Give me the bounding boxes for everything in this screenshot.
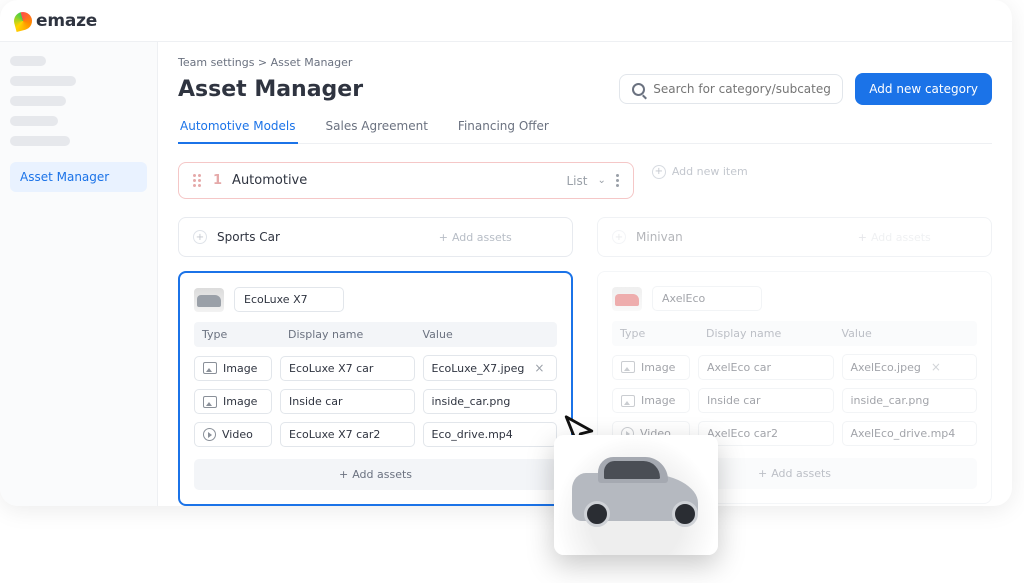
app-window: emaze Asset Manager Team settings > Asse… — [0, 0, 1012, 506]
value-cell[interactable]: inside_car.png — [842, 388, 978, 413]
brand-logo: emaze — [14, 11, 97, 31]
drag-handle-icon[interactable] — [193, 174, 203, 187]
image-icon — [203, 396, 217, 408]
type-cell[interactable]: Video — [194, 422, 272, 447]
header-actions: Add new category — [619, 73, 992, 105]
subcategory-sports-car[interactable]: + Sports Car + Add assets — [178, 217, 573, 257]
asset-table-header: Type Display name Value — [612, 321, 977, 346]
value-cell[interactable]: AxelEco_drive.mp4 — [842, 421, 978, 446]
asset-thumbnail — [612, 287, 642, 311]
sidebar-item-asset-manager[interactable]: Asset Manager — [10, 162, 147, 192]
tab-automotive-models[interactable]: Automotive Models — [178, 119, 298, 143]
asset-title-field[interactable]: AxelEco — [652, 286, 762, 311]
page-title: Asset Manager — [178, 77, 363, 102]
subcategory-label: Minivan — [636, 230, 802, 244]
car-wheel — [672, 501, 698, 527]
image-icon — [203, 362, 217, 374]
asset-header: EcoLuxe X7 — [194, 287, 557, 312]
category-index: 1 — [213, 173, 222, 188]
column-left: + Sports Car + Add assets EcoLuxe X7 Typ… — [178, 217, 573, 506]
search-icon — [632, 83, 645, 96]
image-icon — [621, 361, 635, 373]
col-display: Display name — [288, 328, 415, 341]
type-cell[interactable]: Image — [612, 355, 690, 380]
view-label[interactable]: List — [566, 174, 587, 188]
sidebar-skeleton — [10, 136, 70, 146]
col-value: Value — [842, 327, 970, 340]
tab-sales-agreement[interactable]: Sales Agreement — [324, 119, 430, 143]
page-header: Asset Manager Add new category — [178, 73, 992, 105]
subcategory-minivan[interactable]: + Minivan + Add assets — [597, 217, 992, 257]
kebab-menu-icon[interactable] — [616, 174, 619, 187]
type-cell[interactable]: Image — [194, 389, 272, 414]
sidebar: Asset Manager — [0, 42, 158, 506]
display-cell[interactable]: EcoLuxe X7 car — [280, 356, 415, 381]
category-row: 1 Automotive List ⌄ + Add new item — [178, 144, 992, 199]
col-value: Value — [423, 328, 550, 341]
video-icon — [203, 428, 216, 441]
display-cell[interactable]: Inside car — [698, 388, 834, 413]
asset-row: Image EcoLuxe X7 car EcoLuxe_X7.jpeg× — [194, 355, 557, 381]
tabs: Automotive Models Sales Agreement Financ… — [178, 119, 992, 144]
search-input[interactable] — [653, 82, 830, 96]
sidebar-skeleton — [10, 56, 46, 66]
topbar: emaze — [0, 0, 1012, 42]
type-cell[interactable]: Image — [612, 388, 690, 413]
plus-icon: + — [612, 230, 626, 244]
dragged-car-photo — [554, 435, 718, 555]
add-item-label: Add new item — [672, 165, 748, 178]
body: Asset Manager Team settings > Asset Mana… — [0, 42, 1012, 506]
add-assets-link[interactable]: + Add assets — [393, 231, 559, 244]
sidebar-skeleton — [10, 96, 66, 106]
display-cell[interactable]: AxelEco car — [698, 355, 834, 380]
value-cell[interactable]: EcoLuxe_X7.jpeg× — [423, 355, 558, 381]
display-cell[interactable]: AxelEco car2 — [698, 421, 834, 446]
brand-name: emaze — [36, 11, 97, 31]
col-type: Type — [202, 328, 280, 341]
category-left: 1 Automotive — [193, 173, 307, 188]
asset-header: AxelEco — [612, 286, 977, 311]
breadcrumb: Team settings > Asset Manager — [178, 56, 992, 69]
subcategory-label: Sports Car — [217, 230, 383, 244]
value-cell[interactable]: Eco_drive.mp4 — [423, 422, 558, 447]
search-box[interactable] — [619, 74, 843, 104]
col-display: Display name — [706, 327, 834, 340]
category-bar[interactable]: 1 Automotive List ⌄ — [178, 162, 634, 199]
asset-card-ecoluxe[interactable]: EcoLuxe X7 Type Display name Value Image… — [178, 271, 573, 506]
asset-thumbnail — [194, 288, 224, 312]
display-cell[interactable]: EcoLuxe X7 car2 — [280, 422, 415, 447]
add-new-item-button[interactable]: + Add new item — [652, 165, 748, 179]
tab-financing-offer[interactable]: Financing Offer — [456, 119, 551, 143]
clear-icon[interactable]: × — [534, 361, 544, 375]
category-name: Automotive — [232, 173, 307, 188]
type-cell[interactable]: Image — [194, 356, 272, 381]
image-icon — [621, 395, 635, 407]
asset-title-field[interactable]: EcoLuxe X7 — [234, 287, 344, 312]
asset-row: Image AxelEco car AxelEco.jpeg× — [612, 354, 977, 380]
add-assets-link[interactable]: + Add assets — [812, 231, 978, 244]
asset-table-header: Type Display name Value — [194, 322, 557, 347]
sidebar-skeleton — [10, 116, 58, 126]
sidebar-skeleton — [10, 76, 76, 86]
value-cell[interactable]: AxelEco.jpeg× — [842, 354, 978, 380]
plus-icon: + — [652, 165, 666, 179]
car-wheel — [584, 501, 610, 527]
value-cell[interactable]: inside_car.png — [423, 389, 558, 414]
asset-row: Video EcoLuxe X7 car2 Eco_drive.mp4 — [194, 422, 557, 447]
chevron-down-icon[interactable]: ⌄ — [597, 175, 605, 186]
plus-icon: + — [193, 230, 207, 244]
category-right: List ⌄ — [566, 174, 618, 188]
asset-row: Image Inside car inside_car.png — [612, 388, 977, 413]
clear-icon[interactable]: × — [931, 360, 941, 374]
col-type: Type — [620, 327, 698, 340]
asset-row: Image Inside car inside_car.png — [194, 389, 557, 414]
display-cell[interactable]: Inside car — [280, 389, 415, 414]
add-assets-button[interactable]: + Add assets — [194, 459, 557, 490]
flame-icon — [12, 9, 34, 31]
add-category-button[interactable]: Add new category — [855, 73, 992, 105]
